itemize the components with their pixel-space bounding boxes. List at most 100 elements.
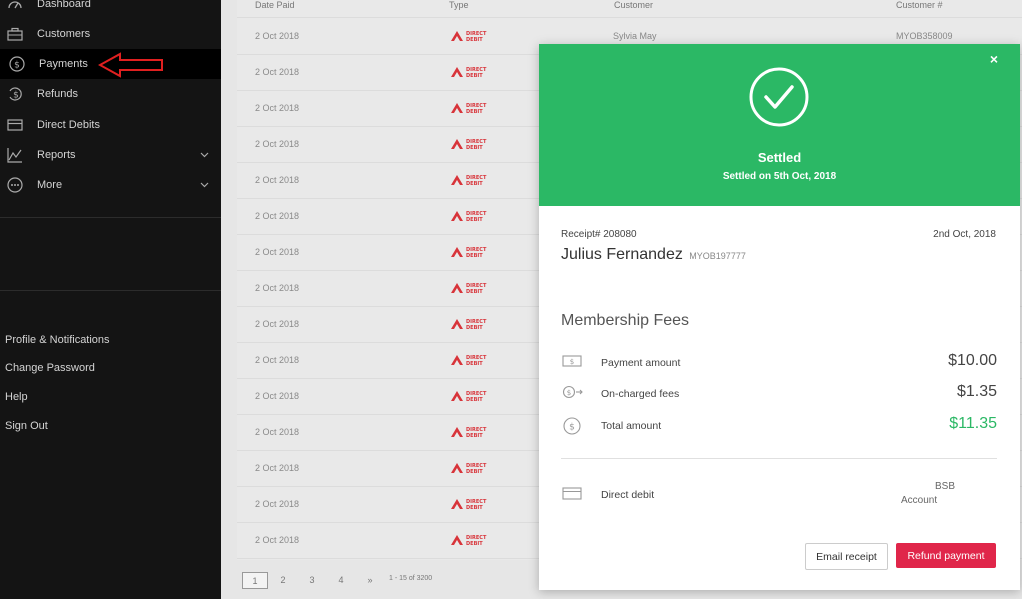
direct-debit-logo-icon: DIRECT DEBIT bbox=[450, 353, 494, 371]
dollar-circle-icon: $ bbox=[561, 417, 587, 435]
page-2[interactable]: 2 bbox=[271, 572, 295, 587]
header-customer[interactable]: Customer bbox=[614, 0, 653, 10]
direct-debit-logo-icon: DIRECT DEBIT bbox=[450, 497, 494, 515]
nav-direct-debits[interactable]: Direct Debits bbox=[0, 110, 221, 140]
customer-name-block: Julius Fernandez MYOB197777 bbox=[561, 246, 746, 264]
coin-arrow-icon: $ bbox=[561, 385, 587, 403]
header-date-paid[interactable]: Date Paid bbox=[255, 0, 295, 10]
nav-reports[interactable]: Reports bbox=[0, 140, 221, 170]
header-customer-no[interactable]: Customer # bbox=[896, 0, 943, 10]
payment-amount-label: Payment amount bbox=[601, 357, 681, 369]
direct-debit-logo-icon: DIRECT DEBIT bbox=[450, 65, 494, 83]
svg-text:DEBIT: DEBIT bbox=[466, 289, 483, 294]
svg-text:DEBIT: DEBIT bbox=[466, 217, 483, 222]
sign-out-link[interactable]: Sign Out bbox=[5, 420, 48, 432]
payment-detail-modal: × Settled Settled on 5th Oct, 2018 Recei… bbox=[539, 44, 1020, 590]
status-subtitle: Settled on 5th Oct, 2018 bbox=[722, 171, 837, 182]
direct-debit-logo-icon: DIRECT DEBIT bbox=[450, 101, 494, 119]
help-link[interactable]: Help bbox=[5, 391, 28, 403]
row-date: 2 Oct 2018 bbox=[255, 499, 300, 509]
header-type[interactable]: Type bbox=[449, 0, 469, 10]
customer-name: Julius Fernandez bbox=[561, 246, 683, 263]
svg-text:DEBIT: DEBIT bbox=[466, 433, 483, 438]
chevron-down-icon bbox=[200, 179, 209, 191]
chart-icon bbox=[6, 146, 24, 164]
direct-debit-logo-icon: DIRECT DEBIT bbox=[450, 29, 494, 47]
direct-debit-logo-icon: DIRECT DEBIT bbox=[450, 245, 494, 263]
sidebar-divider bbox=[0, 290, 221, 291]
svg-text:DEBIT: DEBIT bbox=[466, 361, 483, 366]
payment-method-label: Direct debit bbox=[601, 489, 655, 501]
svg-text:DEBIT: DEBIT bbox=[466, 181, 483, 186]
row-date: 2 Oct 2018 bbox=[255, 67, 300, 77]
direct-debit-logo-icon: DIRECT DEBIT bbox=[450, 281, 494, 299]
row-date: 2 Oct 2018 bbox=[255, 103, 300, 113]
total-amount-row: $ Total amount $11.35 bbox=[561, 411, 997, 441]
total-amount-value: $11.35 bbox=[949, 415, 997, 432]
cash-icon: $ bbox=[561, 354, 587, 372]
chevron-down-icon bbox=[200, 149, 209, 161]
svg-text:DEBIT: DEBIT bbox=[466, 109, 483, 114]
sidebar-divider bbox=[0, 217, 221, 218]
fees-value: $1.35 bbox=[956, 383, 997, 400]
svg-text:DEBIT: DEBIT bbox=[466, 505, 483, 510]
svg-text:DEBIT: DEBIT bbox=[466, 541, 483, 546]
row-date: 2 Oct 2018 bbox=[255, 391, 300, 401]
email-receipt-button[interactable]: Email receipt bbox=[805, 543, 888, 570]
direct-debit-logo-icon: DIRECT DEBIT bbox=[450, 461, 494, 479]
row-date: 2 Oct 2018 bbox=[255, 211, 300, 221]
sidebar: Dashboard Customers $ Payments $ Refunds… bbox=[0, 0, 221, 599]
status-title: Settled bbox=[757, 150, 802, 165]
direct-debit-logo-icon: DIRECT DEBIT bbox=[450, 173, 494, 191]
section-title: Membership Fees bbox=[561, 312, 690, 329]
change-password-link[interactable]: Change Password bbox=[5, 362, 95, 374]
card-icon bbox=[561, 486, 587, 504]
refund-payment-button[interactable]: Refund payment bbox=[896, 543, 996, 568]
row-date: 2 Oct 2018 bbox=[255, 283, 300, 293]
briefcase-icon bbox=[6, 25, 24, 43]
nav-more[interactable]: More bbox=[0, 170, 221, 200]
svg-text:DEBIT: DEBIT bbox=[466, 253, 483, 258]
row-date: 2 Oct 2018 bbox=[255, 247, 300, 257]
fees-label: On-charged fees bbox=[601, 388, 680, 400]
direct-debit-logo-icon: DIRECT DEBIT bbox=[450, 317, 494, 335]
page-3[interactable]: 3 bbox=[300, 572, 324, 587]
nav-refunds-label: Refunds bbox=[37, 88, 78, 100]
svg-text:DEBIT: DEBIT bbox=[466, 37, 483, 42]
svg-text:DEBIT: DEBIT bbox=[466, 73, 483, 78]
row-date: 2 Oct 2018 bbox=[255, 319, 300, 329]
receipt-date: 2nd Oct, 2018 bbox=[933, 229, 996, 240]
svg-text:$: $ bbox=[567, 389, 571, 397]
direct-debit-logo-icon: DIRECT DEBIT bbox=[450, 209, 494, 227]
nav-more-label: More bbox=[37, 179, 63, 191]
page-4[interactable]: 4 bbox=[329, 572, 353, 587]
svg-text:$: $ bbox=[14, 61, 20, 71]
page-next[interactable]: » bbox=[358, 572, 382, 587]
row-date: 2 Oct 2018 bbox=[255, 31, 300, 41]
direct-debit-logo-icon: DIRECT DEBIT bbox=[450, 137, 494, 155]
svg-text:DEBIT: DEBIT bbox=[466, 469, 483, 474]
direct-debit-logo-icon: DIRECT DEBIT bbox=[450, 425, 494, 443]
nav-customers[interactable]: Customers bbox=[0, 19, 221, 49]
modal-status-header: × Settled Settled on 5th Oct, 2018 bbox=[539, 44, 1020, 206]
more-icon bbox=[6, 176, 24, 194]
page-1[interactable]: 1 bbox=[242, 572, 268, 589]
fees-row: $ On-charged fees $1.35 bbox=[561, 379, 997, 409]
payment-amount-value: $10.00 bbox=[948, 352, 997, 369]
direct-debit-logo-icon: DIRECT DEBIT bbox=[450, 389, 494, 407]
row-customer-no: MYOB358009 bbox=[896, 31, 953, 41]
card-icon bbox=[6, 116, 24, 134]
nav-dashboard[interactable]: Dashboard bbox=[0, 0, 221, 19]
row-date: 2 Oct 2018 bbox=[255, 139, 300, 149]
total-amount-label: Total amount bbox=[601, 420, 662, 432]
nav-dashboard-label: Dashboard bbox=[37, 0, 91, 10]
customer-number: MYOB197777 bbox=[689, 251, 746, 261]
divider bbox=[561, 458, 997, 459]
close-icon[interactable]: × bbox=[990, 51, 998, 67]
annotation-arrow-icon bbox=[98, 52, 163, 78]
payment-amount-row: $ Payment amount $10.00 bbox=[561, 348, 997, 378]
refund-icon: $ bbox=[6, 85, 24, 103]
profile-notifications-link[interactable]: Profile & Notifications bbox=[5, 334, 110, 346]
row-date: 2 Oct 2018 bbox=[255, 427, 300, 437]
nav-refunds[interactable]: $ Refunds bbox=[0, 79, 221, 109]
